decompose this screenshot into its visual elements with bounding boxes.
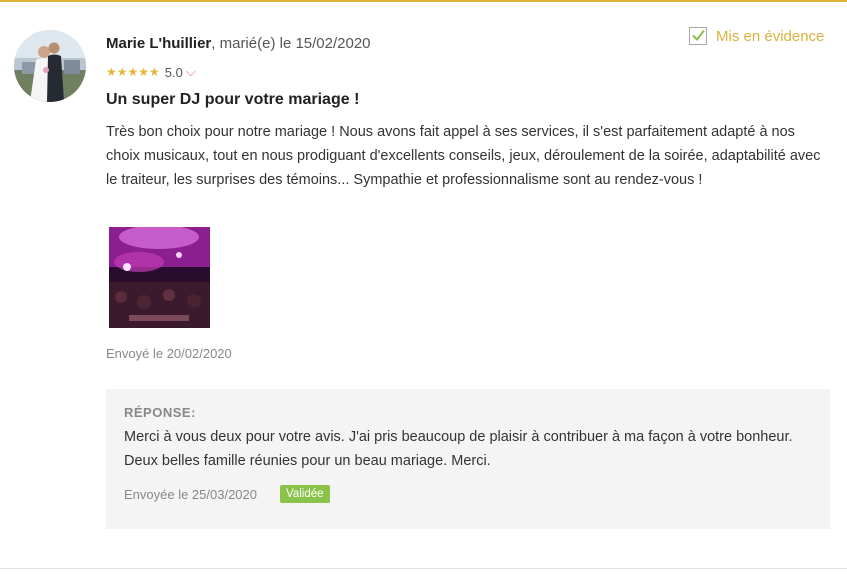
review-body: Très bon choix pour notre mariage ! Nous…	[106, 124, 821, 188]
response-box: RÉPONSE: Merci à vous deux pour votre av…	[106, 389, 830, 529]
wedding-date: , marié(e) le 15/02/2020	[211, 35, 371, 52]
status-badge: Validée	[280, 485, 330, 503]
rating[interactable]: ★★★★★ 5.0 ⌵	[106, 64, 196, 80]
author-name: Marie L'huillier	[106, 35, 212, 52]
featured-label: Mis en évidence	[716, 27, 825, 45]
rating-value: 5.0	[164, 64, 183, 80]
response-label: RÉPONSE:	[124, 405, 196, 420]
response-text: Merci à vous deux pour votre avis. J'ai …	[124, 429, 793, 469]
chevron-down-icon[interactable]: ⌵	[186, 64, 196, 80]
featured-toggle[interactable]: Mis en évidence	[689, 27, 824, 45]
checkmark-icon[interactable]	[689, 27, 707, 45]
author-line: Marie L'huillier, marié(e) le 15/02/2020	[106, 35, 371, 52]
response-sent-date: Envoyée le 25/03/2020	[124, 487, 257, 502]
review-title: Un super DJ pour votre mariage !	[106, 91, 360, 108]
top-divider	[0, 0, 847, 2]
bottom-divider	[0, 568, 847, 569]
avatar	[14, 30, 86, 102]
rating-stars: ★★★★★	[106, 65, 160, 79]
review-sent-date: Envoyé le 20/02/2020	[106, 346, 232, 361]
review-photo[interactable]	[109, 227, 210, 328]
